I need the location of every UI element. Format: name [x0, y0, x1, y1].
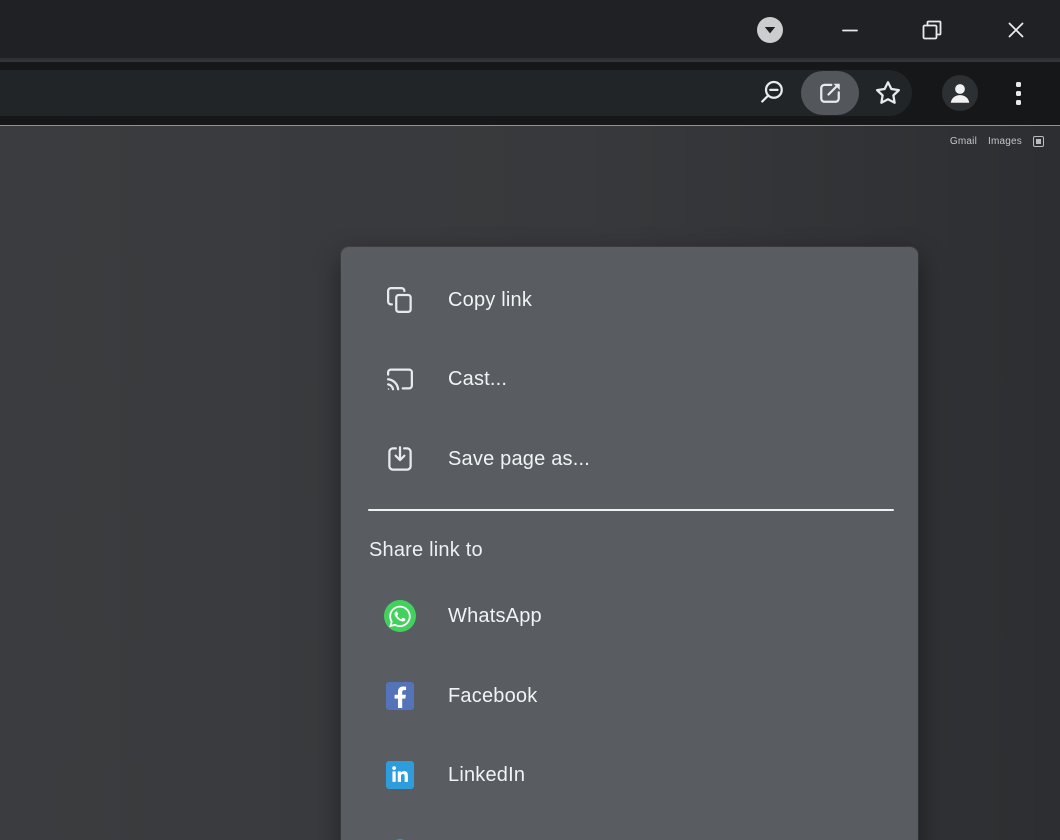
minimize-icon [838, 18, 862, 42]
restore-icon [920, 18, 944, 42]
menu-item-linkedin[interactable]: LinkedIn [341, 747, 918, 803]
chevron-down-circle-icon [756, 16, 784, 44]
menu-item-facebook[interactable]: Facebook [341, 668, 918, 724]
menu-item-label: LinkedIn [448, 764, 525, 787]
close-icon [1004, 18, 1028, 42]
page-content: Gmail Images Copy link [0, 125, 1060, 840]
zoom-out-button[interactable] [750, 71, 794, 115]
browser-window: Gmail Images Copy link [0, 0, 1060, 840]
zoom-out-icon [757, 78, 787, 108]
window-menu-dropdown-button[interactable] [748, 8, 792, 52]
menu-item-label: Copy link [448, 289, 532, 312]
menu-item-label: Save page as... [448, 448, 590, 471]
gmail-link[interactable]: Gmail [950, 136, 977, 147]
menu-item-whatsapp[interactable]: WhatsApp [341, 588, 918, 644]
profile-button[interactable] [942, 75, 978, 111]
whatsapp-icon [384, 600, 416, 632]
titlebar [0, 0, 1060, 60]
share-section-label: Share link to [369, 536, 483, 564]
favorites-button[interactable] [866, 71, 910, 115]
share-menu: Copy link Cast... Save [341, 247, 918, 840]
menu-item-twitter[interactable]: Twitter [341, 827, 918, 840]
menu-divider [368, 509, 894, 511]
kebab-menu-icon [1016, 82, 1021, 105]
save-page-icon [384, 443, 416, 475]
menu-item-cast[interactable]: Cast... [341, 351, 918, 407]
linkedin-icon [384, 759, 416, 791]
apps-icon[interactable] [1033, 136, 1044, 147]
menu-item-label: WhatsApp [448, 605, 542, 628]
images-link[interactable]: Images [988, 136, 1022, 147]
menu-item-save-page-as[interactable]: Save page as... [341, 431, 918, 487]
facebook-icon [384, 680, 416, 712]
menu-item-copy-link[interactable]: Copy link [341, 272, 918, 328]
minimize-button[interactable] [828, 8, 872, 52]
more-options-button[interactable] [998, 71, 1038, 115]
close-button[interactable] [994, 8, 1038, 52]
share-icon [815, 78, 845, 108]
restore-button[interactable] [910, 8, 954, 52]
page-top-links: Gmail Images [950, 136, 1044, 147]
profile-avatar-icon [945, 78, 975, 108]
cast-icon [384, 363, 416, 395]
share-button[interactable] [801, 71, 859, 115]
copy-icon [384, 284, 416, 316]
toolbar [0, 62, 1060, 125]
menu-item-label: Cast... [448, 368, 507, 391]
menu-item-label: Facebook [448, 685, 537, 708]
star-icon [873, 78, 903, 108]
